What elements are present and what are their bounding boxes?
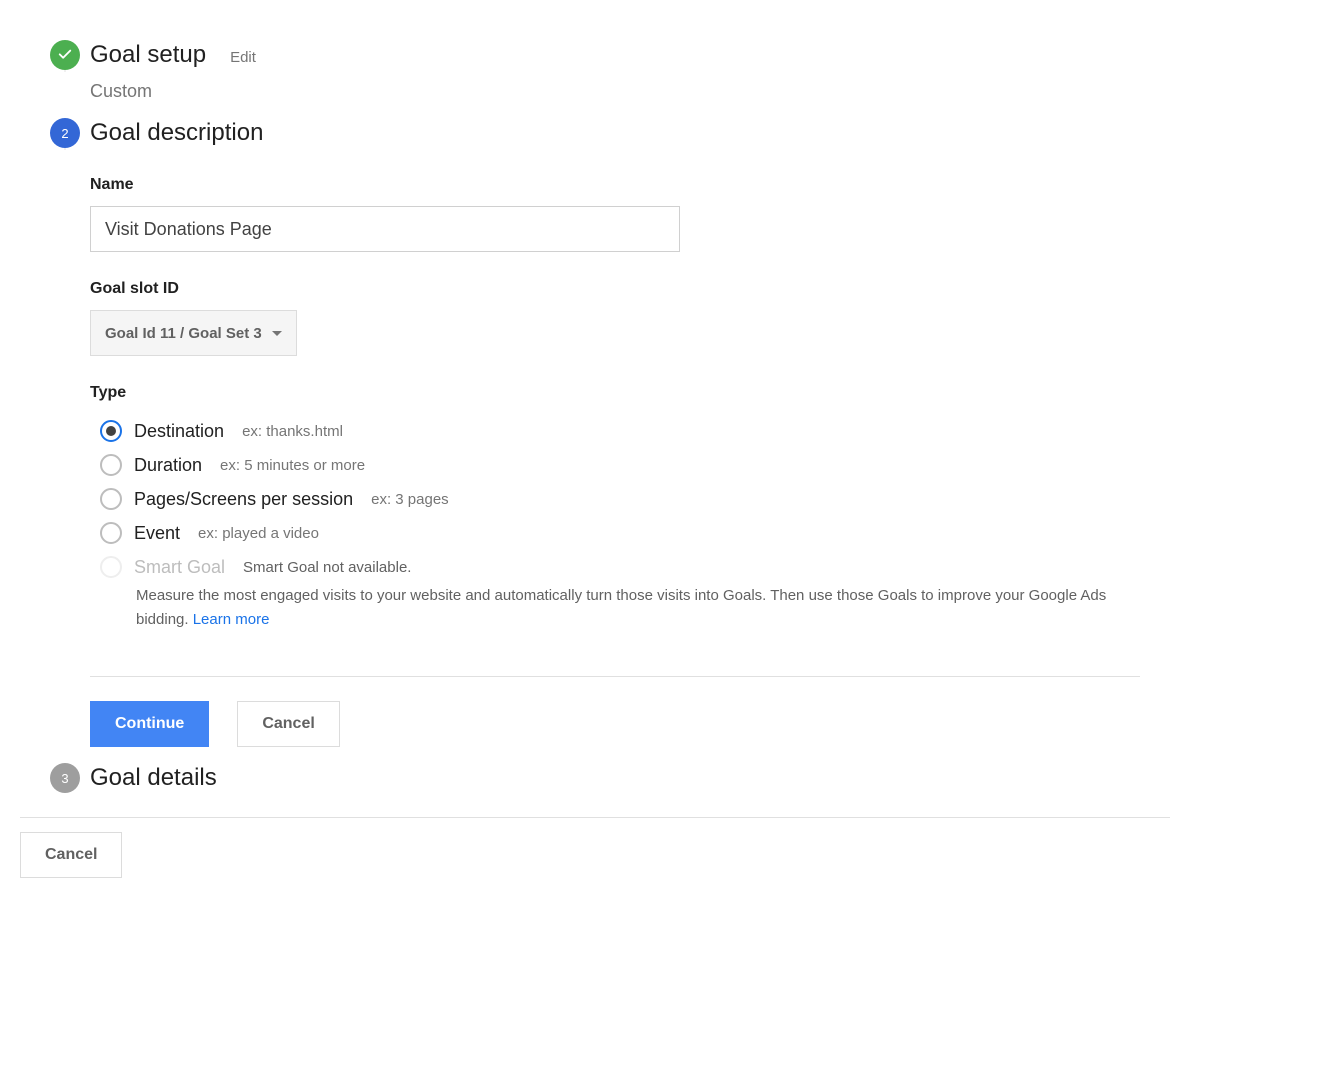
step-goal-details: 3 Goal details (40, 763, 1316, 809)
learn-more-link[interactable]: Learn more (193, 611, 270, 628)
radio-example: ex: 5 minutes or more (220, 457, 365, 474)
radio-label: Smart Goal (134, 557, 225, 578)
radio-description: Measure the most engaged visits to your … (136, 584, 1146, 640)
edit-link[interactable]: Edit (230, 43, 256, 73)
goal-wizard-page: Goal setup Edit Custom 2 Goal descriptio… (0, 0, 1336, 918)
radio-example: ex: thanks.html (242, 423, 343, 440)
type-option[interactable]: Destination ex: thanks.html (100, 414, 1316, 448)
step-title-row: Goal setup Edit (90, 40, 1316, 73)
radio-icon (100, 556, 122, 578)
step-title-row: Goal details (90, 763, 1316, 793)
outer-cancel-row: Cancel (20, 832, 1316, 878)
caret-down-icon (272, 331, 282, 336)
type-option[interactable]: Duration ex: 5 minutes or more (100, 448, 1316, 482)
step-gutter (40, 40, 90, 70)
step-subtitle: Custom (90, 81, 1316, 102)
step-number: 2 (61, 126, 68, 141)
radio-label: Duration (134, 455, 202, 476)
name-label: Name (90, 176, 1316, 194)
connector-line (65, 148, 66, 150)
dropdown-value: Goal Id 11 / Goal Set 3 (105, 325, 262, 342)
type-label: Type (90, 384, 1316, 402)
step-content: Goal details (90, 763, 1316, 809)
cancel-button[interactable]: Cancel (237, 701, 339, 747)
radio-icon (100, 454, 122, 476)
type-option: Smart Goal Smart Goal not available. (100, 550, 1316, 584)
step-badge-upcoming: 3 (50, 763, 80, 793)
step-title: Goal description (90, 118, 263, 148)
check-icon (56, 45, 74, 66)
step-content: Goal setup Edit Custom (90, 40, 1316, 118)
step-number: 3 (61, 771, 68, 786)
step-badge-current: 2 (50, 118, 80, 148)
radio-example: ex: played a video (198, 525, 319, 542)
radio-label: Destination (134, 421, 224, 442)
step-goal-description: 2 Goal description Name Goal slot ID Goa… (40, 118, 1316, 763)
radio-description-text: Measure the most engaged visits to your … (136, 587, 1106, 628)
radio-icon (100, 488, 122, 510)
step-goal-setup: Goal setup Edit Custom (40, 40, 1316, 118)
slot-label: Goal slot ID (90, 280, 1316, 298)
radio-inner-icon (106, 426, 116, 436)
step-gutter: 2 (40, 118, 90, 148)
radio-label: Pages/Screens per session (134, 489, 353, 510)
type-radio-group: Destination ex: thanks.html Duration ex: 5 … (90, 414, 1316, 640)
step-gutter: 3 (40, 763, 90, 793)
connector-line (65, 70, 66, 72)
goal-slot-dropdown[interactable]: Goal Id 11 / Goal Set 3 (90, 310, 297, 356)
step-badge-complete (50, 40, 80, 70)
radio-icon (100, 420, 122, 442)
divider (90, 676, 1140, 677)
goal-name-input[interactable] (90, 206, 680, 252)
outer-cancel-button[interactable]: Cancel (20, 832, 122, 878)
radio-icon (100, 522, 122, 544)
type-option[interactable]: Pages/Screens per session ex: 3 pages (100, 482, 1316, 516)
step-title-row: Goal description (90, 118, 1316, 148)
wizard: Goal setup Edit Custom 2 Goal descriptio… (40, 40, 1316, 809)
radio-example: ex: 3 pages (371, 491, 449, 508)
type-option[interactable]: Event ex: played a video (100, 516, 1316, 550)
step-title: Goal setup (90, 40, 206, 70)
radio-label: Event (134, 523, 180, 544)
step-content: Goal description Name Goal slot ID Goal … (90, 118, 1316, 763)
step-title: Goal details (90, 763, 217, 793)
continue-button[interactable]: Continue (90, 701, 209, 747)
bottom-divider (20, 817, 1170, 818)
radio-example: Smart Goal not available. (243, 559, 411, 576)
button-row: Continue Cancel (90, 701, 1316, 747)
